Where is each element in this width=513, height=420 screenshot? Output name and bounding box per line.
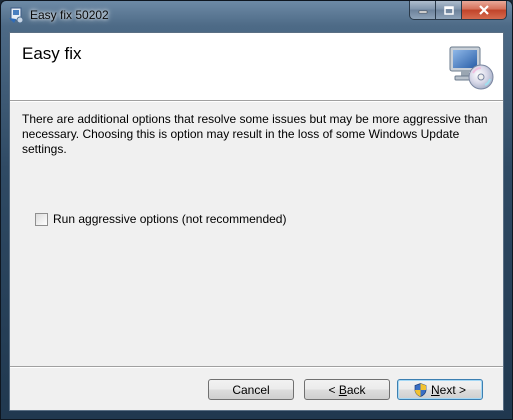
cancel-button[interactable]: Cancel (208, 379, 294, 400)
back-button-label: < Back (328, 383, 365, 397)
description-text: There are additional options that resolv… (22, 112, 488, 156)
next-suffix: > (455, 382, 467, 397)
uac-shield-icon (414, 382, 427, 397)
close-icon (479, 5, 489, 15)
minimize-button[interactable] (409, 1, 436, 20)
next-accelerator: N (430, 382, 440, 397)
next-button-label: Next > (431, 383, 466, 397)
back-rest: ack (346, 382, 366, 397)
maximize-icon (443, 5, 454, 15)
maximize-button[interactable] (436, 1, 462, 20)
header-divider-highlight (10, 101, 503, 102)
app-icon (9, 7, 24, 24)
footer-divider-highlight (10, 367, 503, 368)
aggressive-options-checkbox[interactable] (35, 212, 48, 226)
back-accelerator: B (338, 382, 347, 397)
easy-fix-window: Easy fix 50202 Easy fix There are additi… (0, 0, 513, 420)
title-bar[interactable]: Easy fix 50202 (1, 1, 512, 31)
window-title: Easy fix 50202 (30, 8, 109, 22)
dialog-client-area: Easy fix There are additional options th… (9, 32, 504, 411)
wizard-header: Easy fix (10, 33, 503, 100)
page-title: Easy fix (22, 44, 82, 63)
aggressive-options-label[interactable]: Run aggressive options (not recommended) (53, 212, 286, 226)
computer-disc-icon (449, 46, 494, 90)
caption-buttons (409, 1, 507, 21)
close-button[interactable] (462, 1, 507, 20)
next-button[interactable]: Next > (397, 379, 483, 400)
next-rest: ext (439, 382, 456, 397)
cancel-button-label: Cancel (232, 382, 270, 397)
back-prefix: < (328, 382, 339, 397)
back-button[interactable]: < Back (304, 379, 390, 400)
minimize-icon (418, 10, 427, 14)
aggressive-options-option[interactable]: Run aggressive options (not recommended) (35, 212, 286, 226)
